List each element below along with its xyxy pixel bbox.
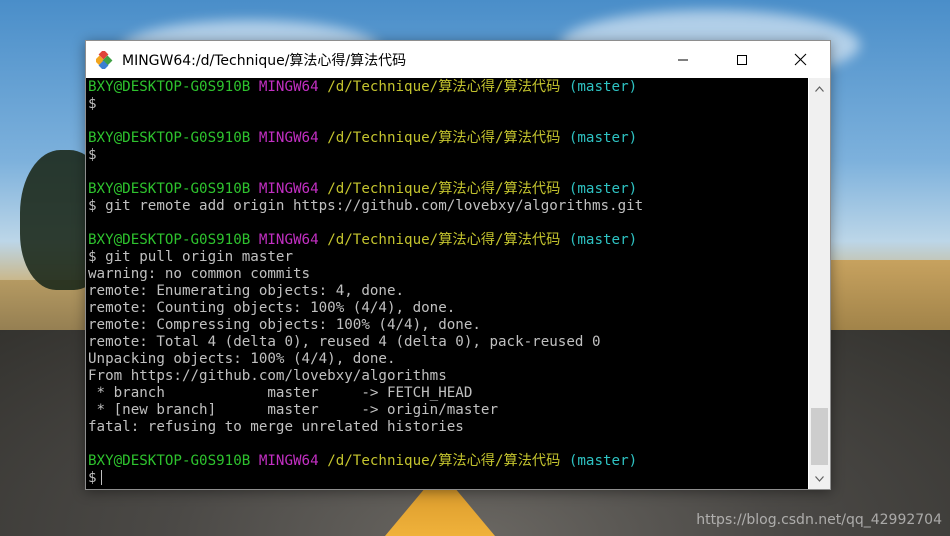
prompt-branch: (master) xyxy=(568,232,638,248)
prompt-branch: (master) xyxy=(568,181,638,197)
prompt-system: MINGW64 xyxy=(258,232,319,248)
scroll-up-button[interactable] xyxy=(809,80,830,97)
field xyxy=(820,260,950,340)
output-line: remote: Total 4 (delta 0), reused 4 (del… xyxy=(88,334,601,350)
minimize-button[interactable] xyxy=(653,41,712,78)
output-line: fatal: refusing to merge unrelated histo… xyxy=(88,419,464,435)
output-line: remote: Compressing objects: 100% (4/4),… xyxy=(88,317,481,333)
command-line: $ git pull origin master xyxy=(88,249,293,265)
prompt-user: BXY@DESKTOP-G0S910B xyxy=(88,130,251,146)
mingw-app-icon xyxy=(96,50,114,69)
prompt-system: MINGW64 xyxy=(258,453,319,469)
prompt-line: BXY@DESKTOP-G0S910B MINGW64 /d/Technique… xyxy=(88,232,808,249)
close-button[interactable] xyxy=(771,41,830,78)
prompt-branch: (master) xyxy=(568,130,638,146)
prompt-path: /d/Technique/算法心得/算法代码 xyxy=(327,453,561,469)
prompt-user: BXY@DESKTOP-G0S910B xyxy=(88,79,251,95)
scroll-down-button[interactable] xyxy=(809,470,830,487)
output-line: From https://github.com/lovebxy/algorith… xyxy=(88,368,447,384)
vertical-scrollbar[interactable] xyxy=(809,78,830,489)
terminal-window: MINGW64:/d/Technique/算法心得/算法代码 BXY@DESKT… xyxy=(85,40,831,490)
prompt-user: BXY@DESKTOP-G0S910B xyxy=(88,232,251,248)
input-line: $ xyxy=(88,470,808,487)
prompt-symbol: $ xyxy=(88,470,97,486)
scroll-thumb[interactable] xyxy=(811,408,828,465)
chevron-up-icon xyxy=(815,85,824,92)
maximize-icon xyxy=(736,54,747,65)
close-icon xyxy=(794,53,807,66)
output-line: Unpacking objects: 100% (4/4), done. xyxy=(88,351,396,367)
window-controls xyxy=(653,41,830,78)
terminal-output[interactable]: BXY@DESKTOP-G0S910B MINGW64 /d/Technique… xyxy=(86,78,808,489)
command-line: $ xyxy=(88,147,97,163)
prompt-system: MINGW64 xyxy=(258,79,319,95)
terminal-lines: BXY@DESKTOP-G0S910B MINGW64 /d/Technique… xyxy=(86,78,808,487)
prompt-system: MINGW64 xyxy=(258,130,319,146)
prompt-path: /d/Technique/算法心得/算法代码 xyxy=(327,181,561,197)
prompt-line: BXY@DESKTOP-G0S910B MINGW64 /d/Technique… xyxy=(88,130,808,147)
window-title: MINGW64:/d/Technique/算法心得/算法代码 xyxy=(122,52,407,69)
prompt-branch: (master) xyxy=(568,79,638,95)
prompt-path: /d/Technique/算法心得/算法代码 xyxy=(327,79,561,95)
minimize-icon xyxy=(677,59,688,60)
chevron-down-icon xyxy=(815,475,824,482)
prompt-line: BXY@DESKTOP-G0S910B MINGW64 /d/Technique… xyxy=(88,79,808,96)
prompt-user: BXY@DESKTOP-G0S910B xyxy=(88,181,251,197)
prompt-branch: (master) xyxy=(568,453,638,469)
prompt-user: BXY@DESKTOP-G0S910B xyxy=(88,453,251,469)
command-line: $ xyxy=(88,96,97,112)
prompt-line: BXY@DESKTOP-G0S910B MINGW64 /d/Technique… xyxy=(88,453,808,470)
title-bar[interactable]: MINGW64:/d/Technique/算法心得/算法代码 xyxy=(86,41,830,78)
watermark: https://blog.csdn.net/qq_42992704 xyxy=(696,512,942,528)
command-line: $ git remote add origin https://github.c… xyxy=(88,198,644,214)
output-line: * [new branch] master -> origin/master xyxy=(88,402,498,418)
output-line: * branch master -> FETCH_HEAD xyxy=(88,385,473,401)
prompt-path: /d/Technique/算法心得/算法代码 xyxy=(327,130,561,146)
prompt-line: BXY@DESKTOP-G0S910B MINGW64 /d/Technique… xyxy=(88,181,808,198)
prompt-system: MINGW64 xyxy=(258,181,319,197)
maximize-button[interactable] xyxy=(712,41,771,78)
text-cursor[interactable] xyxy=(100,470,102,485)
output-line: warning: no common commits xyxy=(88,266,311,282)
output-line: remote: Enumerating objects: 4, done. xyxy=(88,283,405,299)
prompt-path: /d/Technique/算法心得/算法代码 xyxy=(327,232,561,248)
output-line: remote: Counting objects: 100% (4/4), do… xyxy=(88,300,456,316)
